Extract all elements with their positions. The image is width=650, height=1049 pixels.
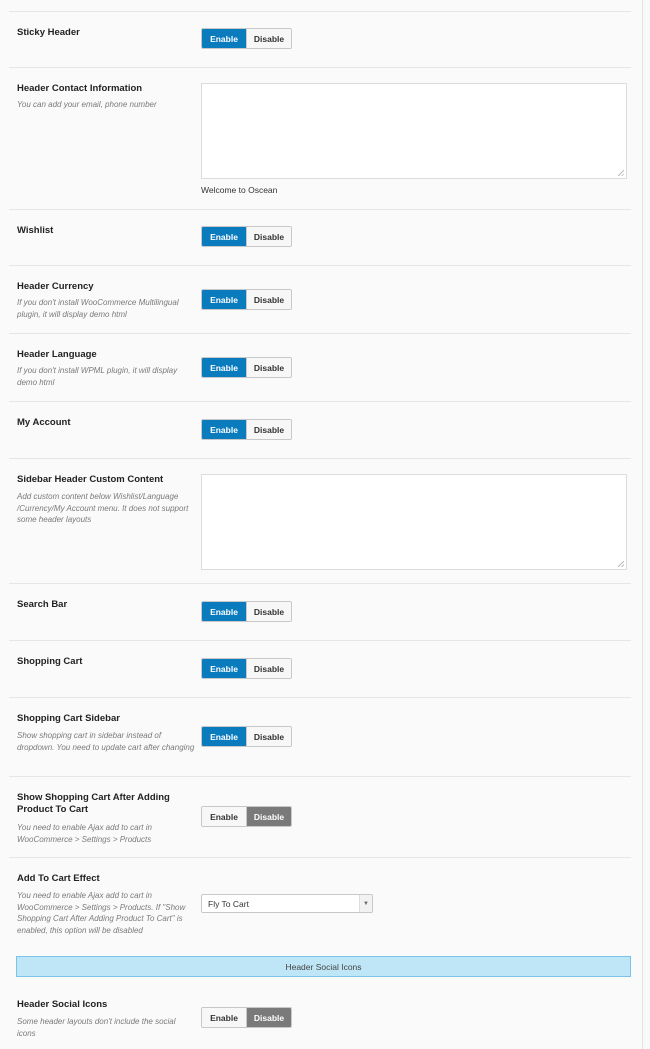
add-to-cart-effect-desc: You need to enable Ajax add to cart in W… bbox=[17, 891, 186, 935]
resize-grip-icon[interactable] bbox=[618, 170, 624, 176]
header-social-icons-enable-button[interactable]: Enable bbox=[202, 1008, 246, 1027]
cart-sidebar-disable-button[interactable]: Disable bbox=[246, 727, 291, 746]
header-currency-title: Header Currency bbox=[17, 281, 94, 292]
search-bar-enable-button[interactable]: Enable bbox=[202, 602, 246, 621]
my-account-toggle: Enable Disable bbox=[201, 419, 292, 440]
sticky-header-disable-button[interactable]: Disable bbox=[246, 29, 291, 48]
add-to-cart-effect-select[interactable]: Fly To Cart ▼ bbox=[201, 894, 373, 913]
row-sidebar-custom-content: Sidebar Header Custom Content Add custom… bbox=[9, 458, 631, 584]
row-header-contact: Header Contact Information You can add y… bbox=[9, 67, 631, 210]
search-bar-title: Search Bar bbox=[17, 599, 68, 610]
sidebar-custom-title: Sidebar Header Custom Content bbox=[17, 474, 164, 485]
settings-panel: Sticky Header Enable Disable Header Cont… bbox=[0, 0, 643, 1049]
shopping-cart-disable-button[interactable]: Disable bbox=[246, 659, 291, 678]
row-shopping-cart: Shopping Cart Enable Disable bbox=[9, 640, 631, 698]
row-header-currency: Header Currency If you don't install Woo… bbox=[9, 265, 631, 334]
header-contact-help: Welcome to Oscean bbox=[201, 185, 278, 195]
header-contact-textarea[interactable] bbox=[201, 83, 627, 179]
my-account-disable-button[interactable]: Disable bbox=[246, 420, 291, 439]
wishlist-title: Wishlist bbox=[17, 225, 54, 236]
row-header-language: Header Language If you don't install WPM… bbox=[9, 333, 631, 402]
header-language-desc: If you don't install WPML plugin, it wil… bbox=[17, 366, 178, 387]
row-header-social-icons: Header Social Icons Some header layouts … bbox=[9, 984, 631, 1049]
sticky-header-title: Sticky Header bbox=[17, 27, 80, 38]
shopping-cart-title: Shopping Cart bbox=[17, 656, 83, 667]
sticky-header-enable-button[interactable]: Enable bbox=[202, 29, 246, 48]
header-currency-disable-button[interactable]: Disable bbox=[246, 290, 291, 309]
chevron-down-icon[interactable]: ▼ bbox=[359, 895, 372, 912]
header-contact-desc: You can add your email, phone number bbox=[17, 100, 157, 109]
row-shopping-cart-sidebar: Shopping Cart Sidebar Show shopping cart… bbox=[9, 697, 631, 777]
header-currency-enable-button[interactable]: Enable bbox=[202, 290, 246, 309]
show-cart-after-add-toggle: Enable Disable bbox=[201, 806, 292, 827]
header-social-icons-toggle: Enable Disable bbox=[201, 1007, 292, 1028]
resize-grip-icon[interactable] bbox=[618, 561, 624, 567]
header-language-title: Header Language bbox=[17, 349, 97, 360]
sidebar-custom-desc: Add custom content below Wishlist/Langua… bbox=[17, 492, 189, 524]
header-contact-title: Header Contact Information bbox=[17, 83, 143, 94]
my-account-enable-button[interactable]: Enable bbox=[202, 420, 246, 439]
cart-sidebar-enable-button[interactable]: Enable bbox=[202, 727, 246, 746]
header-language-enable-button[interactable]: Enable bbox=[202, 358, 246, 377]
cart-sidebar-title: Shopping Cart Sidebar bbox=[17, 713, 120, 724]
sidebar-custom-textarea[interactable] bbox=[201, 474, 627, 570]
sticky-header-toggle: Enable Disable bbox=[201, 28, 292, 49]
row-my-account: My Account Enable Disable bbox=[9, 401, 631, 459]
section-header-social-icons-label: Header Social Icons bbox=[285, 961, 362, 972]
row-sticky-header: Sticky Header Enable Disable bbox=[9, 11, 631, 68]
wishlist-disable-button[interactable]: Disable bbox=[246, 227, 291, 246]
row-add-to-cart-effect: Add To Cart Effect You need to enable Aj… bbox=[9, 857, 631, 949]
my-account-title: My Account bbox=[17, 417, 71, 428]
header-language-toggle: Enable Disable bbox=[201, 357, 292, 378]
header-currency-toggle: Enable Disable bbox=[201, 289, 292, 310]
header-social-icons-desc: Some header layouts don't include the so… bbox=[17, 1017, 176, 1038]
row-wishlist: Wishlist Enable Disable bbox=[9, 209, 631, 266]
add-to-cart-effect-selected: Fly To Cart bbox=[208, 898, 249, 909]
header-social-icons-disable-button[interactable]: Disable bbox=[246, 1008, 291, 1027]
search-bar-toggle: Enable Disable bbox=[201, 601, 292, 622]
header-currency-desc: If you don't install WooCommerce Multili… bbox=[17, 298, 179, 319]
show-cart-after-add-enable-button[interactable]: Enable bbox=[202, 807, 246, 826]
row-show-cart-after-add: Show Shopping Cart After Adding Product … bbox=[9, 776, 631, 858]
cart-sidebar-toggle: Enable Disable bbox=[201, 726, 292, 747]
row-search-bar: Search Bar Enable Disable bbox=[9, 583, 631, 641]
header-social-icons-title: Header Social Icons bbox=[17, 999, 108, 1010]
header-language-disable-button[interactable]: Disable bbox=[246, 358, 291, 377]
show-cart-after-add-title: Show Shopping Cart After Adding Product … bbox=[17, 792, 170, 815]
show-cart-after-add-disable-button[interactable]: Disable bbox=[246, 807, 291, 826]
show-cart-after-add-desc: You need to enable Ajax add to cart in W… bbox=[17, 823, 152, 844]
search-bar-disable-button[interactable]: Disable bbox=[246, 602, 291, 621]
section-header-social-icons: Header Social Icons bbox=[16, 956, 631, 977]
wishlist-toggle: Enable Disable bbox=[201, 226, 292, 247]
add-to-cart-effect-title: Add To Cart Effect bbox=[17, 873, 100, 884]
shopping-cart-toggle: Enable Disable bbox=[201, 658, 292, 679]
cart-sidebar-desc: Show shopping cart in sidebar instead of… bbox=[17, 731, 195, 752]
wishlist-enable-button[interactable]: Enable bbox=[202, 227, 246, 246]
shopping-cart-enable-button[interactable]: Enable bbox=[202, 659, 246, 678]
